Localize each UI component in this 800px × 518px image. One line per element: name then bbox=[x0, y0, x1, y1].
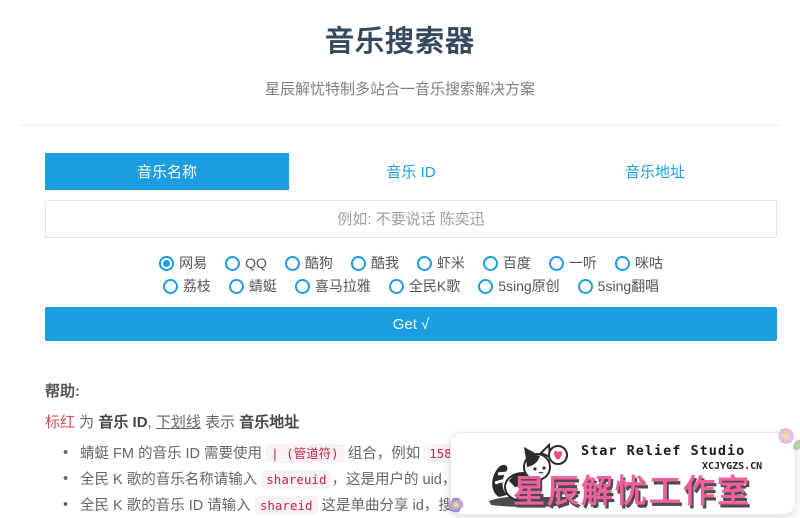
source-radio-label: 喜马拉雅 bbox=[315, 275, 371, 297]
source-radio-label: 5sing翻唱 bbox=[598, 275, 659, 297]
help-heading: 帮助: bbox=[45, 380, 80, 401]
radio-circle-icon bbox=[389, 279, 404, 294]
source-radio-label: 咪咕 bbox=[635, 252, 663, 274]
source-radio-label: 一听 bbox=[569, 252, 597, 274]
source-radio-虾米[interactable]: 虾米 bbox=[417, 252, 465, 274]
text-segment-bold: 音乐 ID bbox=[98, 414, 147, 431]
radio-circle-icon bbox=[578, 279, 593, 294]
text-segment-normal: 为 bbox=[75, 414, 98, 431]
petal-decoration-icon bbox=[441, 490, 473, 518]
text-segment-code: | (管道符) bbox=[266, 444, 344, 463]
radio-circle-icon bbox=[351, 256, 366, 271]
text-segment-bold: 音乐地址 bbox=[239, 414, 299, 431]
tab-music-url[interactable]: 音乐地址 bbox=[533, 153, 777, 190]
radio-circle-icon bbox=[295, 279, 310, 294]
search-input[interactable] bbox=[45, 200, 777, 238]
text-segment-normal: 全民 K 歌的音乐 ID 请输入 bbox=[80, 498, 255, 514]
header-divider bbox=[20, 125, 780, 126]
text-segment-code: shareuid bbox=[261, 470, 331, 489]
source-radio-label: 酷我 bbox=[371, 252, 399, 274]
source-radio-喜马拉雅[interactable]: 喜马拉雅 bbox=[295, 275, 371, 297]
radio-circle-icon bbox=[159, 256, 174, 271]
source-radio-5sing原创[interactable]: 5sing原创 bbox=[478, 275, 559, 297]
source-radio-label: 5sing原创 bbox=[498, 275, 559, 297]
radio-circle-icon bbox=[163, 279, 178, 294]
radio-circle-icon bbox=[229, 279, 244, 294]
radio-circle-icon bbox=[285, 256, 300, 271]
studio-watermark-card: Star Relief Studio XCJYGZS.CN 星辰解忧工作室 bbox=[450, 432, 796, 515]
source-radio-label: QQ bbox=[245, 252, 267, 274]
page-subtitle: 星辰解忧特制多站合一音乐搜索解决方案 bbox=[0, 78, 800, 99]
tab-music-id[interactable]: 音乐 ID bbox=[289, 153, 533, 190]
source-radio-蜻蜓[interactable]: 蜻蜓 bbox=[229, 275, 277, 297]
radio-circle-icon bbox=[417, 256, 432, 271]
radio-circle-icon bbox=[615, 256, 630, 271]
source-radio-row: 网易 QQ 酷狗 酷我 虾米 百度 一听 咪咕 bbox=[45, 252, 777, 274]
radio-circle-icon bbox=[549, 256, 564, 271]
help-legend: 标红 为 音乐 ID, 下划线 表示 音乐地址 bbox=[45, 411, 299, 432]
text-segment-red: 标红 bbox=[45, 414, 75, 431]
tab-music-name[interactable]: 音乐名称 bbox=[45, 153, 289, 190]
studio-name-cn: 星辰解忧工作室 bbox=[513, 466, 751, 512]
text-segment-normal: 组合，例如 bbox=[344, 446, 425, 462]
source-radio-label: 蜻蜓 bbox=[249, 275, 277, 297]
get-button[interactable]: Get √ bbox=[45, 307, 777, 341]
source-radio-QQ[interactable]: QQ bbox=[225, 252, 267, 274]
studio-name-en: Star Relief Studio bbox=[581, 443, 745, 459]
text-segment-normal: , bbox=[148, 414, 156, 431]
source-radio-label: 荔枝 bbox=[183, 275, 211, 297]
source-radio-全民K歌[interactable]: 全民K歌 bbox=[389, 275, 460, 297]
source-radio-咪咕[interactable]: 咪咕 bbox=[615, 252, 663, 274]
radio-circle-icon bbox=[225, 256, 240, 271]
source-radio-5sing翻唱[interactable]: 5sing翻唱 bbox=[578, 275, 659, 297]
source-radio-酷我[interactable]: 酷我 bbox=[351, 252, 399, 274]
source-radio-group: 网易 QQ 酷狗 酷我 虾米 百度 一听 咪咕荔枝 蜻蜓 喜马拉雅 全民K歌 5sing原创 5sing… bbox=[45, 252, 777, 298]
text-segment-code: shareid bbox=[255, 496, 318, 515]
source-radio-label: 虾米 bbox=[437, 252, 465, 274]
text-segment-underline: 下划线 bbox=[156, 414, 201, 431]
music-searcher-page: 音乐搜索器 星辰解忧特制多站合一音乐搜索解决方案 音乐名称 音乐 ID 音乐地址… bbox=[0, 0, 800, 518]
source-radio-百度[interactable]: 百度 bbox=[483, 252, 531, 274]
source-radio-label: 全民K歌 bbox=[409, 275, 460, 297]
source-radio-一听[interactable]: 一听 bbox=[549, 252, 597, 274]
source-radio-酷狗[interactable]: 酷狗 bbox=[285, 252, 333, 274]
source-radio-row: 荔枝 蜻蜓 喜马拉雅 全民K歌 5sing原创 5sing翻唱 bbox=[45, 275, 777, 297]
radio-circle-icon bbox=[478, 279, 493, 294]
sakura-flower-icon bbox=[769, 421, 800, 453]
search-mode-tabs: 音乐名称 音乐 ID 音乐地址 bbox=[45, 153, 777, 190]
source-radio-网易[interactable]: 网易 bbox=[159, 252, 207, 274]
source-radio-label: 酷狗 bbox=[305, 252, 333, 274]
radio-circle-icon bbox=[483, 256, 498, 271]
text-segment-normal: 表示 bbox=[201, 414, 239, 431]
source-radio-荔枝[interactable]: 荔枝 bbox=[163, 275, 211, 297]
page-title: 音乐搜索器 bbox=[0, 18, 800, 60]
text-segment-normal: 蜻蜓 FM 的音乐 ID 需要使用 bbox=[80, 446, 266, 462]
text-segment-normal: 全民 K 歌的音乐名称请输入 bbox=[80, 472, 261, 488]
source-radio-label: 百度 bbox=[503, 252, 531, 274]
source-radio-label: 网易 bbox=[179, 252, 207, 274]
